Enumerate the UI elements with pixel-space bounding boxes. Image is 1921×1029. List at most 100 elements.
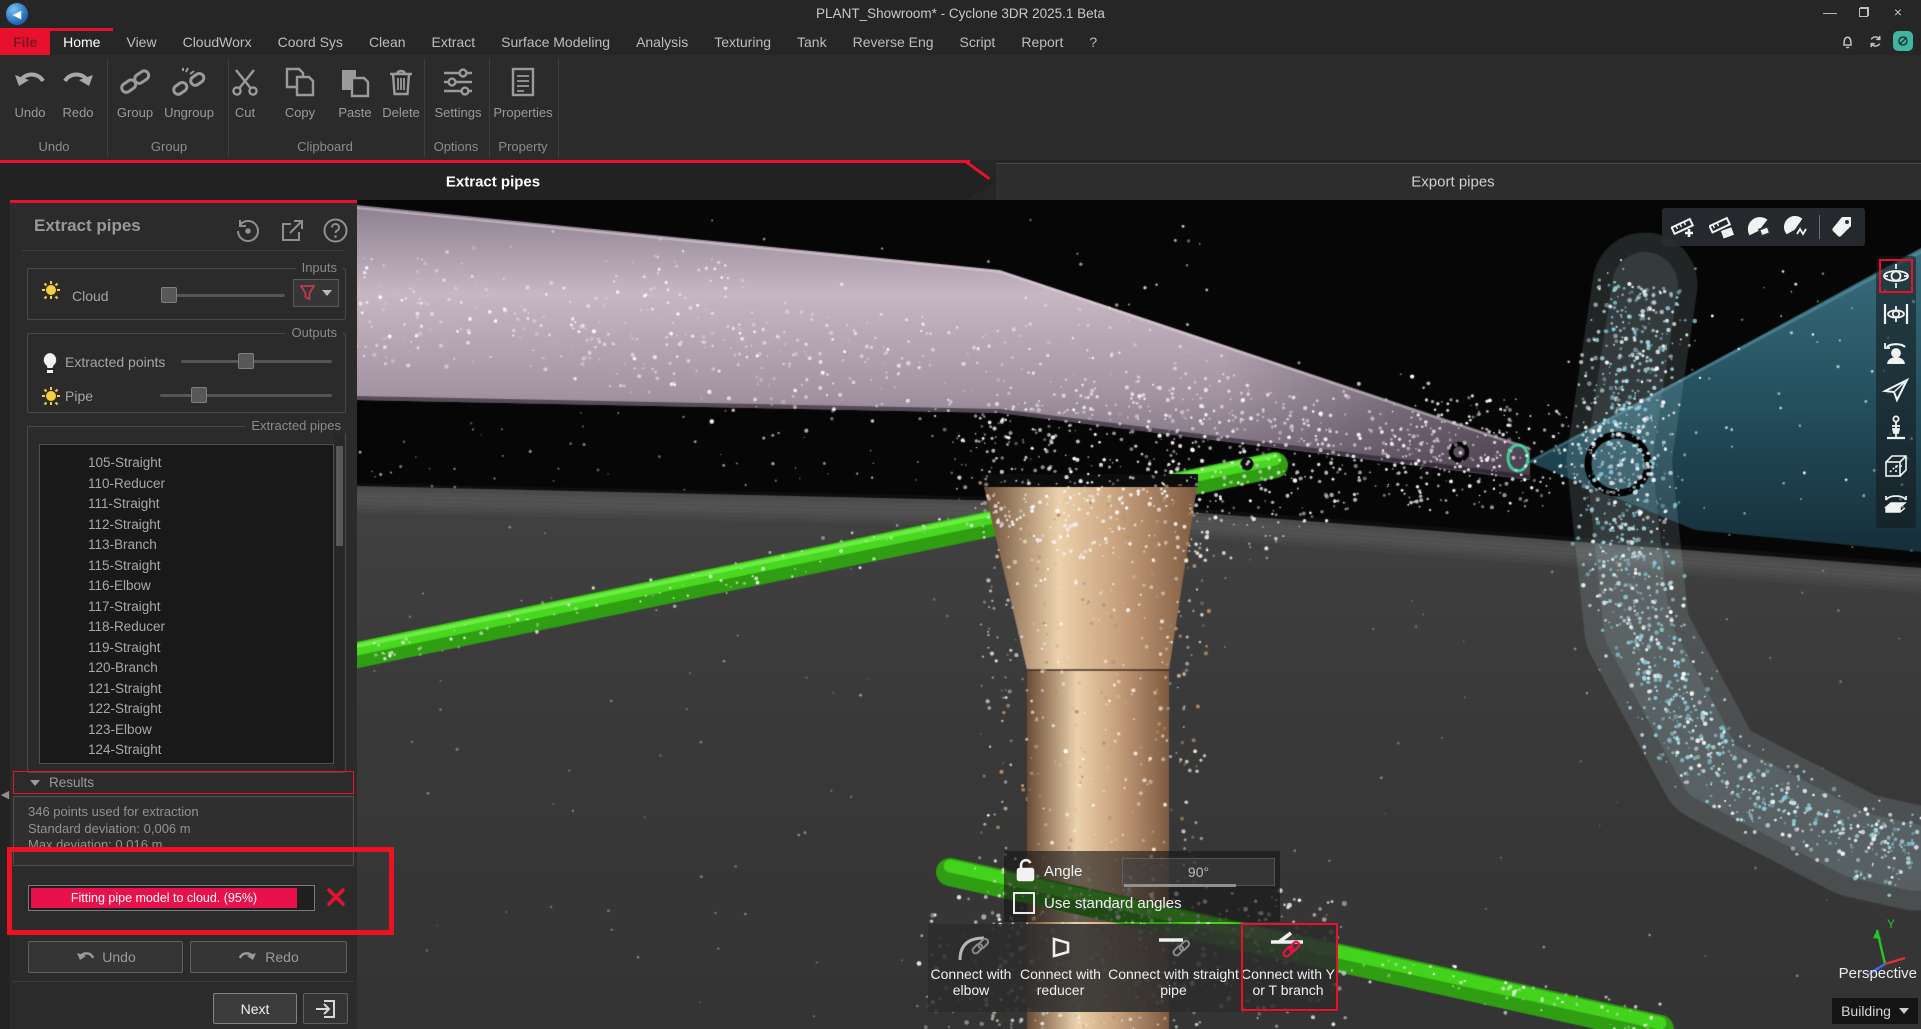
pipe-list-item[interactable]: 120-Branch — [40, 658, 333, 679]
settings-button[interactable]: Settings — [430, 63, 486, 127]
connect-with-y-t-branch-button[interactable]: Connect with Y or T branch — [1240, 924, 1336, 1012]
pipe-list-item[interactable]: 116-Elbow — [40, 576, 333, 597]
pipe-list-item[interactable]: 115-Straight — [40, 556, 333, 577]
connect-with-reducer-button[interactable]: Connect with reducer — [1014, 924, 1107, 1012]
connect-with-elbow-button[interactable]: Connect with elbow — [928, 924, 1014, 1012]
cancel-progress-icon[interactable] — [325, 886, 347, 908]
cloud-filter-dropdown[interactable] — [293, 279, 339, 307]
projection-label[interactable]: Perspective — [1777, 965, 1917, 982]
menu-item[interactable]: Script — [947, 28, 1009, 55]
delete-button[interactable]: Delete — [376, 63, 426, 127]
menu-item[interactable]: Tank — [784, 28, 840, 55]
cut-label: Cut — [235, 105, 255, 120]
extracted-pipes-list[interactable]: 105-Straight110-Reducer111-Straight112-S… — [39, 444, 334, 764]
view-mode-dropdown[interactable]: Building — [1832, 998, 1918, 1024]
pipe-list-item[interactable]: 117-Straight — [40, 597, 333, 618]
add-measurement-icon[interactable] — [1669, 212, 1699, 242]
fly-icon[interactable] — [1879, 373, 1913, 407]
panel-redo-button[interactable]: Redo — [190, 941, 347, 973]
pipe-list-item[interactable]: 123-Elbow — [40, 720, 333, 741]
minimize-button[interactable]: — — [1813, 0, 1847, 24]
view-cube-icon[interactable] — [1879, 449, 1913, 483]
extracted-points-slider-thumb[interactable] — [238, 353, 254, 369]
bell-icon[interactable] — [1837, 31, 1857, 51]
angle-measurement-icon[interactable] — [1744, 212, 1774, 242]
constrained-orbit-icon[interactable] — [1879, 297, 1913, 331]
connect-with-straight-pipe-button[interactable]: Connect with straight pipe — [1107, 924, 1240, 1012]
menu-item[interactable]: CloudWorx — [170, 28, 265, 55]
group-button[interactable]: Group — [109, 63, 161, 127]
lock-icon[interactable] — [1013, 856, 1039, 884]
menu-item[interactable]: Texturing — [701, 28, 784, 55]
paste-button[interactable]: Paste — [330, 63, 380, 127]
pipe-list-item[interactable]: 121-Straight — [40, 679, 333, 700]
export-icon[interactable] — [279, 217, 306, 244]
panel-undo-button[interactable]: Undo — [28, 941, 183, 973]
pipe-list-item[interactable]: 113-Branch — [40, 535, 333, 556]
history-icon[interactable] — [234, 217, 261, 244]
panel-collapse-strip[interactable]: ◀ — [0, 200, 10, 1029]
list-scrollbar-thumb[interactable] — [336, 446, 343, 546]
tag-label-icon[interactable] — [1828, 212, 1858, 242]
turntable-icon[interactable] — [1879, 487, 1913, 521]
pipe-list-item[interactable]: 110-Reducer — [40, 474, 333, 495]
sync-icon[interactable] — [1865, 31, 1885, 51]
workflow-tab-label-active[interactable]: Extract pipes — [446, 174, 540, 191]
cloud-opacity-slider-thumb[interactable] — [161, 287, 177, 303]
exit-workflow-button[interactable] — [303, 993, 348, 1024]
menu-item[interactable]: Reverse Eng — [840, 28, 947, 55]
menu-item[interactable]: ? — [1076, 28, 1110, 55]
workflow-tab-label-next[interactable]: Export pipes — [1411, 174, 1494, 191]
straight-pipe-icon — [1151, 930, 1197, 964]
restore-button[interactable] — [1847, 0, 1881, 24]
capture-badge-icon[interactable] — [1893, 31, 1913, 51]
pipe-list-item[interactable]: 112-Straight — [40, 515, 333, 536]
menu-item[interactable]: File — [0, 28, 50, 55]
pipe-list-item[interactable]: 111-Straight — [40, 494, 333, 515]
walk-icon[interactable] — [1879, 411, 1913, 445]
undo-button[interactable]: Undo — [6, 63, 54, 127]
angle-path-measurement-icon[interactable] — [1782, 212, 1812, 242]
menu-item[interactable]: Home — [50, 28, 113, 55]
menu-item[interactable]: Coord Sys — [265, 28, 356, 55]
pipe-list-item[interactable]: 122-Straight — [40, 699, 333, 720]
menu-item[interactable]: Extract — [419, 28, 489, 55]
standard-angles-checkbox[interactable] — [1013, 892, 1035, 914]
pipe-list-item[interactable]: 118-Reducer — [40, 617, 333, 638]
examine-icon[interactable] — [1879, 335, 1913, 369]
menu-item[interactable]: View — [113, 28, 169, 55]
menu-item[interactable]: Analysis — [623, 28, 701, 55]
properties-button[interactable]: Properties — [492, 63, 554, 127]
pipe-list-item[interactable]: 124-Straight — [40, 740, 333, 761]
pipe-slider-thumb[interactable] — [191, 387, 207, 403]
redo-button[interactable]: Redo — [54, 63, 102, 127]
list-scrollbar[interactable] — [335, 428, 344, 771]
cloud-opacity-slider-track[interactable] — [161, 294, 285, 297]
remove-measurement-icon[interactable] — [1707, 212, 1737, 242]
cloud-visibility-icon[interactable] — [39, 279, 63, 303]
menu-item[interactable]: Surface Modeling — [488, 28, 623, 55]
help-icon[interactable] — [322, 217, 349, 244]
pipe-slider-track[interactable] — [160, 394, 332, 397]
menu-item[interactable]: Report — [1008, 28, 1076, 55]
cut-button[interactable]: Cut — [222, 63, 268, 127]
panel-collapse-icon[interactable]: ◀ — [0, 788, 10, 801]
ungroup-label: Ungroup — [164, 105, 214, 120]
pipe-list-item[interactable]: 119-Straight — [40, 638, 333, 659]
results-header[interactable]: Results — [13, 771, 354, 794]
pipe-list-item[interactable]: 105-Straight — [40, 453, 333, 474]
progress-bar: Fitting pipe model to cloud. (95%) — [28, 885, 315, 911]
extracted-points-slider-track[interactable] — [181, 360, 332, 363]
pipe-visibility-icon[interactable] — [39, 385, 63, 409]
ungroup-button[interactable]: Ungroup — [161, 63, 217, 127]
next-button[interactable]: Next — [213, 993, 297, 1024]
extracted-points-visibility-icon[interactable] — [39, 351, 61, 375]
orbit-icon[interactable] — [1879, 259, 1913, 293]
angle-input[interactable]: 90° — [1122, 858, 1275, 886]
divider — [13, 931, 354, 932]
close-button[interactable]: × — [1881, 0, 1915, 24]
result-line: Max deviation: 0,016 m — [28, 837, 353, 854]
menu-item[interactable]: Clean — [356, 28, 419, 55]
3d-viewport[interactable]: Angle 90° Use standard angles Connect wi… — [357, 200, 1921, 1029]
copy-button[interactable]: Copy — [276, 63, 324, 127]
